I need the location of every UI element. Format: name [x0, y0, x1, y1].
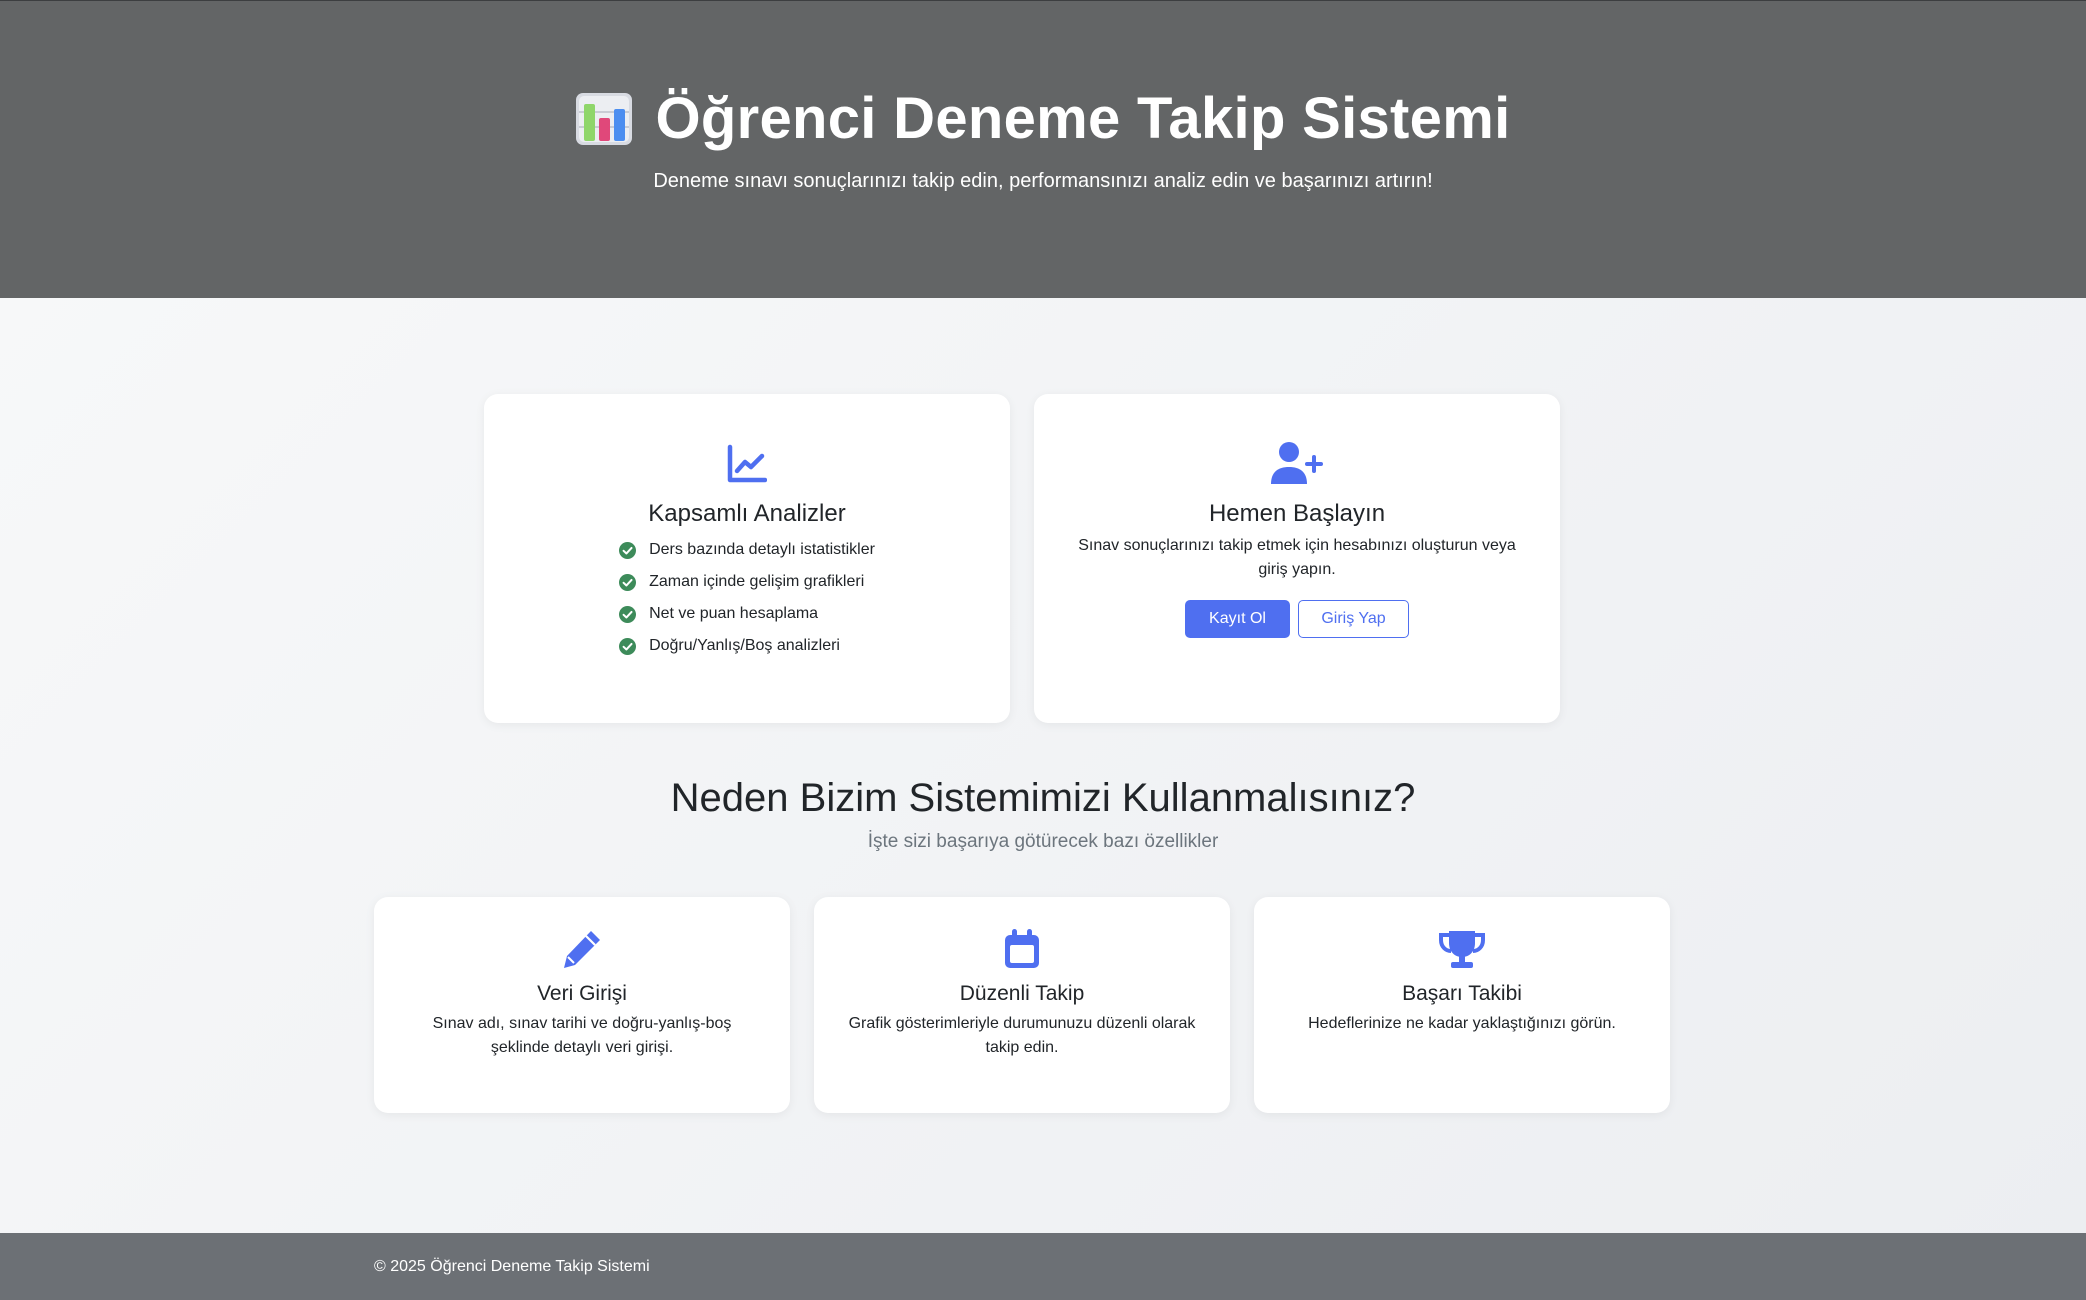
feature-title: Veri Girişi [537, 982, 627, 1005]
check-circle-icon [619, 541, 637, 559]
list-item: Ders bazında detaylı istatistikler [619, 534, 875, 566]
check-circle-icon [619, 605, 637, 623]
check-circle-icon [619, 573, 637, 591]
list-item-label: Doğru/Yanlış/Boş analizleri [649, 637, 840, 654]
analysis-card-title: Kapsamlı Analizler [648, 500, 846, 527]
list-item: Net ve puan hesaplama [619, 598, 875, 630]
get-started-card: Hemen Başlayın Sınav sonuçlarınızı takip… [1034, 394, 1560, 723]
feature-text: Sınav adı, sınav tarihi ve doğru-yanlış-… [432, 1015, 732, 1056]
hero-subtitle: Deneme sınavı sonuçlarınızı takip edin, … [653, 170, 1433, 192]
calendar-icon [1005, 929, 1039, 968]
get-started-text: Sınav sonuçlarınızı takip etmek için hes… [1078, 537, 1516, 578]
list-item: Doğru/Yanlış/Boş analizleri [619, 630, 875, 662]
feature-title: Başarı Takibi [1402, 982, 1522, 1005]
feature-text: Hedeflerinize ne kadar yaklaştığınızı gö… [1308, 1015, 1616, 1032]
footer-copyright: © 2025 Öğrenci Deneme Takip Sistemi [374, 1258, 650, 1275]
auth-button-row: Kayıt Ol Giriş Yap [1034, 600, 1560, 638]
why-section-subtitle: İşte sizi başarıya götürecek bazı özelli… [867, 831, 1219, 852]
trophy-icon [1439, 931, 1485, 968]
register-button[interactable]: Kayıt Ol [1185, 600, 1290, 638]
feature-card-tracking: Düzenli Takip Grafik gösterimleriyle dur… [814, 897, 1230, 1113]
feature-title: Düzenli Takip [959, 982, 1085, 1005]
user-plus-icon [1271, 442, 1323, 484]
hero-header: Öğrenci Deneme Takip Sistemi Deneme sına… [0, 1, 2086, 298]
list-item-label: Net ve puan hesaplama [649, 605, 819, 622]
analysis-card: Kapsamlı Analizler Ders bazında detaylı … [484, 394, 1010, 723]
get-started-title: Hemen Başlayın [1208, 500, 1386, 527]
feature-card-success: Başarı Takibi Hedeflerinize ne kadar yak… [1254, 897, 1670, 1113]
list-item-label: Ders bazında detaylı istatistikler [649, 541, 875, 558]
page-title: Öğrenci Deneme Takip Sistemi [655, 86, 1511, 151]
feature-card-data-entry: Veri Girişi Sınav adı, sınav tarihi ve d… [374, 897, 790, 1113]
check-circle-icon [619, 637, 637, 655]
feature-text: Grafik gösterimleriyle durumunuzu düzenl… [848, 1015, 1196, 1056]
login-button[interactable]: Giriş Yap [1298, 600, 1409, 638]
bar-chart-icon [576, 93, 633, 145]
analysis-feature-list: Ders bazında detaylı istatistikler Zaman… [619, 534, 875, 662]
page-footer: © 2025 Öğrenci Deneme Takip Sistemi [0, 1233, 2086, 1300]
list-item: Zaman içinde gelişim grafikleri [619, 566, 875, 598]
why-section-title: Neden Bizim Sistemimizi Kullanmalısınız? [670, 776, 1416, 820]
pencil-icon [564, 931, 600, 968]
line-chart-icon [727, 444, 767, 483]
hero-title-row: Öğrenci Deneme Takip Sistemi [0, 79, 2086, 159]
list-item-label: Zaman içinde gelişim grafikleri [649, 573, 865, 590]
